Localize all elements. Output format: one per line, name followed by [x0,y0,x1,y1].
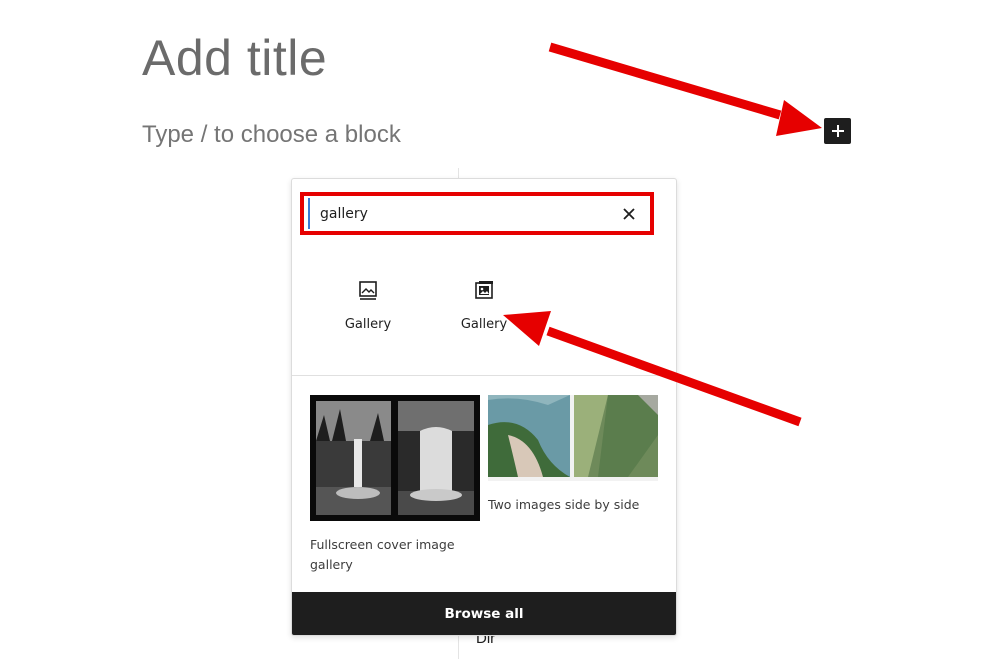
gallery-icon [359,281,377,300]
browse-all-button[interactable]: Browse all [292,592,676,635]
pattern-title: Two images side by side [488,497,640,512]
pattern-two-images-side-by-side[interactable]: Two images side by side [488,395,658,515]
clear-search-button[interactable] [618,203,640,225]
search-highlight-box [300,192,654,235]
block-option-label: Gallery [460,317,508,332]
plus-icon [831,125,844,137]
block-appender-placeholder[interactable]: Type / to choose a block [142,120,401,150]
post-title-placeholder[interactable]: Add title [142,28,327,88]
block-option-gallery-2[interactable]: Gallery [436,279,532,349]
pattern-preview-aerial-images [488,395,658,481]
close-icon [623,207,635,220]
pattern-title-line2: gallery [310,557,353,572]
quick-inserter-popover: Gallery Gallery Fullscreen c [291,178,677,636]
block-option-gallery[interactable]: Gallery [320,279,416,349]
gallery-block-icon [475,281,493,299]
block-inserter-toggle[interactable] [824,118,851,144]
section-divider [292,375,676,376]
pattern-title: Fullscreen cover image gallery [310,535,480,575]
block-option-label: Gallery [344,317,392,332]
search-field [308,197,646,230]
pattern-fullscreen-cover-gallery[interactable]: Fullscreen cover image gallery [310,395,480,575]
pattern-title-line1: Fullscreen cover image [310,537,455,552]
block-search-input[interactable] [310,197,618,230]
arrow-to-inserter-toggle [548,42,822,136]
pattern-preview-waterfalls [310,395,480,521]
browse-all-label: Browse all [444,605,524,622]
